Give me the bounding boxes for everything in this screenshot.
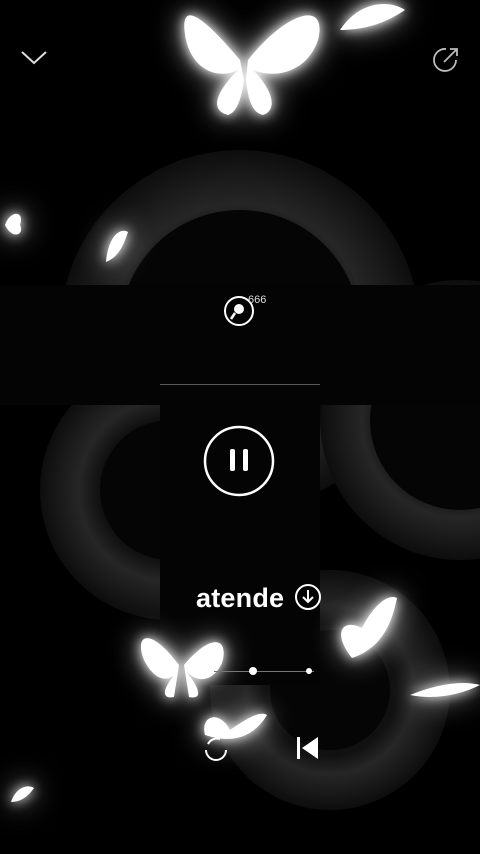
- left-panel: [0, 285, 160, 405]
- chevron-down-icon: [21, 51, 47, 65]
- butterfly-icon: [184, 15, 320, 115]
- butterfly-icon: [410, 683, 480, 697]
- progress-track: [214, 671, 314, 672]
- collapse-button[interactable]: [14, 38, 54, 78]
- share-button[interactable]: [426, 40, 466, 80]
- butterfly-icon: [11, 786, 34, 802]
- karaoke-count: 666: [248, 294, 267, 306]
- pause-button[interactable]: [202, 424, 276, 498]
- divider: [160, 384, 320, 385]
- song-title: atende: [196, 583, 285, 613]
- butterfly-icon: [5, 213, 22, 235]
- progress-thumb[interactable]: [249, 667, 257, 675]
- download-button[interactable]: [293, 582, 323, 612]
- butterfly-icon: [341, 597, 397, 658]
- progress-slider[interactable]: [214, 666, 314, 678]
- butterfly-icon: [106, 230, 128, 262]
- butterfly-icon: [340, 4, 405, 30]
- repeat-icon: [205, 737, 227, 761]
- progress-end-dot: [306, 668, 312, 674]
- share-icon: [433, 48, 458, 72]
- repeat-button[interactable]: [200, 732, 232, 764]
- right-panel: [320, 285, 480, 405]
- download-icon: [295, 584, 321, 610]
- previous-button[interactable]: [294, 734, 322, 762]
- skip-previous-icon: [297, 737, 318, 759]
- pause-icon: [203, 425, 275, 497]
- butterfly-icon: [140, 638, 224, 698]
